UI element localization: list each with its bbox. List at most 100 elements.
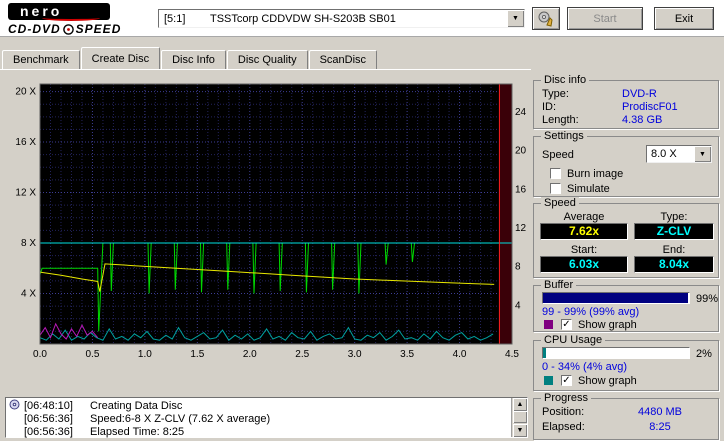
svg-text:12 X: 12 X [15,188,36,199]
cpu-show-graph-label: Show graph [578,375,637,387]
average-speed-value: 7.62x [540,223,628,240]
burn-image-checkbox[interactable] [550,168,561,179]
svg-text:1.0: 1.0 [138,349,152,360]
svg-text:0.5: 0.5 [85,349,99,360]
elapsed-value: 8:25 [649,421,671,433]
average-label: Average [563,211,605,223]
svg-text:16 X: 16 X [15,137,36,148]
group-title: Progress [541,392,592,404]
elapsed-label: Elapsed: [542,421,585,433]
tab-benchmark[interactable]: Benchmark [2,50,80,69]
cpu-usage-group: CPU Usage 2% 0 - 34% (4% avg) ✓ Show gra… [533,334,719,391]
type-label: Type: [660,211,688,223]
logo-swoosh [42,15,100,21]
svg-text:0.0: 0.0 [33,349,47,360]
hand-disc-icon [538,11,553,27]
log-timestamp: [06:56:36] [24,412,73,425]
disc-type-label: Type: [542,88,569,100]
log-scrollbar[interactable]: ▲ ▼ [511,398,527,437]
svg-text:3.0: 3.0 [348,349,362,360]
tab-divider [0,69,531,70]
eject-button[interactable] [532,7,560,30]
toolbar: nero CD-DVD SPEED [5:1] TSSTcorp CDDVDW … [0,0,724,37]
chevron-down-icon[interactable]: ▼ [507,10,524,27]
svg-text:2.5: 2.5 [295,349,309,360]
svg-text:16: 16 [515,184,527,195]
position-label: Position: [542,406,585,418]
svg-text:1.5: 1.5 [190,349,204,360]
exit-button[interactable]: Exit [654,7,714,30]
svg-text:3.5: 3.5 [400,349,414,360]
device-select-index: [5:1] [164,12,186,25]
chevron-down-icon[interactable]: ▼ [694,146,711,162]
group-title: Disc info [541,74,590,86]
group-title: Speed [541,197,579,209]
disc-id-label: ID: [542,101,557,113]
start-button[interactable]: Start [567,7,643,30]
scrollbar-thumb[interactable] [513,411,527,423]
svg-text:4: 4 [515,300,521,311]
log-message: Elapsed Time: 8:25 [90,425,185,438]
svg-text:4 X: 4 X [21,289,36,300]
logo-product-name: CD-DVD SPEED [8,22,122,36]
tab-scandisc[interactable]: ScanDisc [308,50,378,69]
svg-text:24: 24 [515,107,527,118]
disc-icon [9,399,24,413]
cpu-bar-fill [543,348,546,358]
logo-brand: nero [8,3,110,21]
tab-disc-info[interactable]: Disc Info [161,50,226,69]
scroll-up-icon[interactable]: ▲ [513,398,527,411]
log-timestamp: [06:48:10] [24,399,73,412]
end-speed-value: 8.04x [634,256,714,273]
device-select-value: TSSTcorp CDDVDW SH-S203B SB01 [210,12,396,25]
tab-bar: Benchmark Create Disc Disc Info Disc Qua… [2,47,378,69]
tab-disc-quality[interactable]: Disc Quality [226,50,308,69]
simulate-checkbox[interactable] [550,183,561,194]
position-value: 4480 MB [637,406,683,418]
group-title: Buffer [541,279,577,291]
cpu-bar [542,347,690,359]
buffer-show-graph-label: Show graph [578,319,637,331]
disc-icon [62,23,74,35]
svg-text:20 X: 20 X [15,87,36,98]
cpu-show-graph-checkbox[interactable]: ✓ [561,375,572,386]
speed-setting-label: Speed [542,149,574,161]
write-type-value: Z-CLV [634,223,714,240]
cpu-percent: 2% [696,348,712,360]
svg-text:4.0: 4.0 [453,349,467,360]
svg-text:8 X: 8 X [21,238,36,249]
group-title: CPU Usage [541,334,606,346]
tab-create-disc[interactable]: Create Disc [80,47,161,69]
start-speed-label: Start: [570,244,598,256]
start-speed-value: 6.03x [540,256,628,273]
log-entry: [06:56:36] Elapsed Time: 8:25 [6,425,509,438]
scroll-down-icon[interactable]: ▼ [513,424,527,437]
disc-length-label: Length: [542,114,579,126]
svg-text:12: 12 [515,223,527,234]
log-message: Speed:6-8 X Z-CLV (7.62 X average) [90,412,271,425]
svg-text:20: 20 [515,146,527,157]
settings-group: Settings Speed 8.0 X ▼ Burn image Simula… [533,130,719,197]
disc-length-value: 4.38 GB [622,114,663,126]
burn-image-label: Burn image [567,168,624,180]
log-timestamp: [06:56:36] [24,425,73,438]
group-title: Settings [541,130,587,142]
svg-text:2.0: 2.0 [243,349,257,360]
cpu-range-text: 0 - 34% (4% avg) [542,361,627,373]
cpu-legend-swatch [544,376,553,385]
svg-text:8: 8 [515,262,521,273]
log-panel: [06:48:10] Creating Data Disc [06:56:36]… [5,397,528,438]
device-select[interactable]: [5:1] TSSTcorp CDDVDW SH-S203B SB01 ▼ [158,9,525,28]
speed-group: Speed Average Type: 7.62x Z-CLV Start: E… [533,197,719,278]
log-entries: [06:48:10] Creating Data Disc [06:56:36]… [6,399,509,438]
log-entry: [06:48:10] Creating Data Disc [6,399,509,412]
buffer-group: Buffer 99% 99 - 99% (99% avg) ✓ Show gra… [533,279,719,332]
burn-speed-select[interactable]: 8.0 X ▼ [646,145,712,163]
buffer-legend-swatch [544,320,553,329]
progress-group: Progress Position: 4480 MB Elapsed: 8:25 [533,392,719,440]
end-speed-label: End: [662,244,686,256]
disc-id-value: ProdiscF01 [622,101,678,113]
buffer-bar [542,292,690,304]
buffer-show-graph-checkbox[interactable]: ✓ [561,319,572,330]
log-entry: [06:56:36] Speed:6-8 X Z-CLV (7.62 X ave… [6,412,509,425]
